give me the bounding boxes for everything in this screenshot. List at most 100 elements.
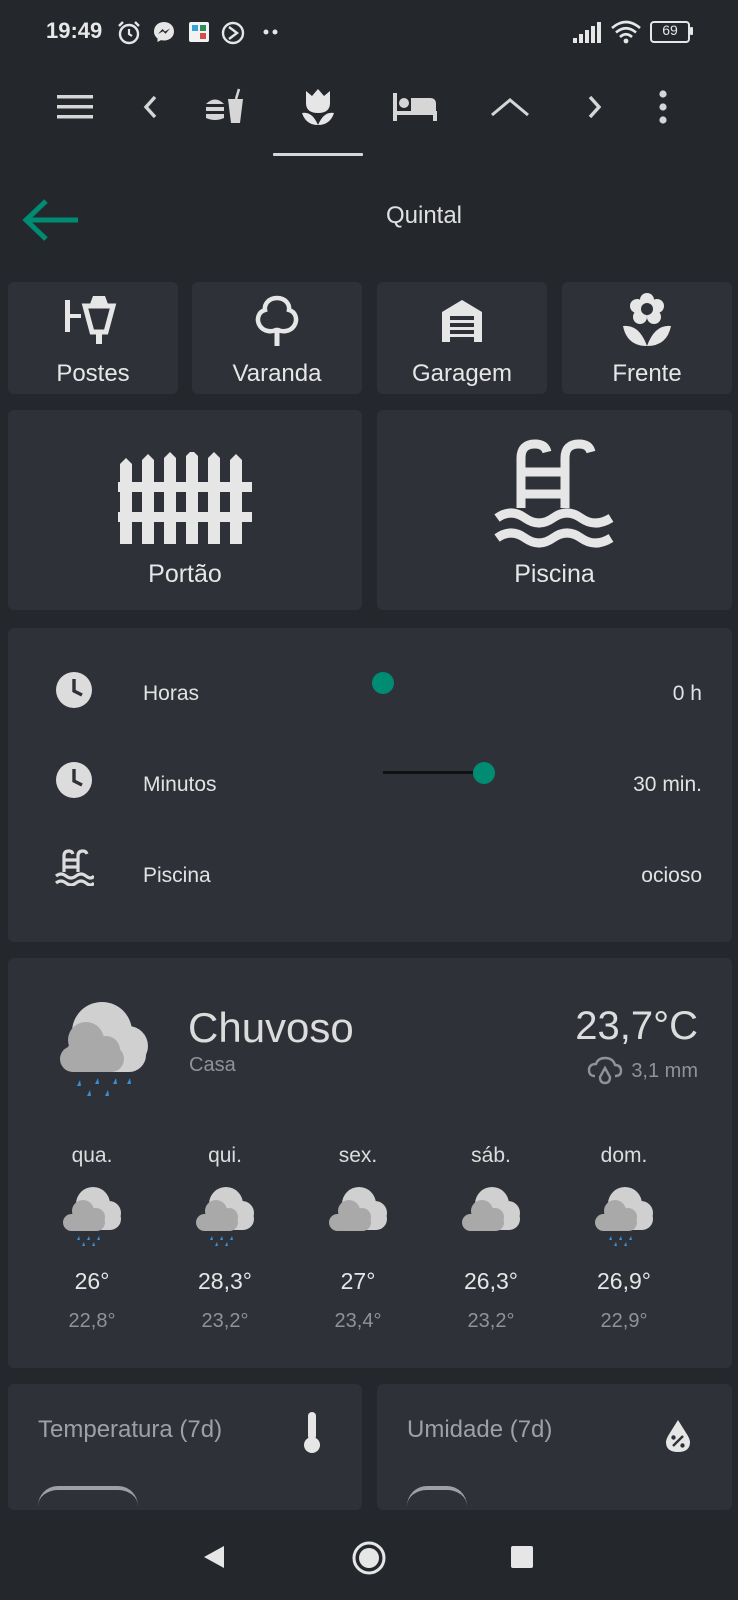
weather-condition: Chuvoso [188,1004,354,1051]
clock-icon [56,672,92,708]
forecast-low: 23,2° [467,1310,515,1332]
sensor-card-humidity[interactable]: Umidade (7d) [377,1384,732,1510]
slider-thumb[interactable] [372,672,394,694]
tab-kitchen[interactable] [195,80,255,134]
sensor-title: Umidade (7d) [407,1416,553,1443]
forecast-day: sex. [338,1144,378,1167]
status-bar: 19:49 69 [0,0,738,64]
sensor-value-partial [38,1486,138,1510]
tulip-icon [302,89,334,125]
more-dots-icon [263,29,278,35]
forecast-low: 22,9° [600,1310,648,1332]
chevron-left-icon [143,95,157,119]
battery-icon: 69 [650,21,693,43]
forecast-low: 22,8° [68,1310,116,1332]
slider-horas[interactable] [368,668,488,698]
tab-garden[interactable] [288,80,348,134]
alarm-icon [118,21,140,45]
signal-icon [573,22,601,43]
slider-minutos[interactable] [383,758,503,788]
forecast-high: 26,3° [464,1268,518,1294]
forecast-low: 23,4° [334,1310,382,1332]
scroll-left-button[interactable] [130,82,170,132]
rainy-cloud-icon [595,1187,653,1246]
tile-label: Varanda [232,360,322,387]
rainy-cloud-icon [60,1002,148,1096]
sensor-value-partial [407,1486,467,1510]
forecast-high: 26° [74,1268,110,1294]
menu-button[interactable] [50,82,100,132]
tab-bedroom[interactable] [385,80,445,134]
forecast-day: dom. [600,1144,648,1167]
weather-card[interactable]: Chuvoso Casa 23,7°C 3,1 mm qua. 26° 22,8° q… [8,958,732,1368]
tile-varanda[interactable]: Varanda [192,282,362,394]
forecast-day: qua. [71,1144,113,1167]
pool-icon [494,439,614,548]
thermometer-icon [304,1412,320,1453]
entity-value-horas: 0 h [672,682,702,705]
entity-label-horas: Horas [143,682,200,705]
page-title: Quintal [385,202,463,229]
cloudy-icon [329,1187,387,1231]
rain-gauge-icon [588,1056,623,1085]
pool-icon [55,849,94,886]
weather-precipitation: 3,1 mm [587,1056,698,1086]
tile-label: Garagem [411,360,513,387]
home-nav-icon[interactable] [351,1540,387,1576]
forecast-high: 28,3° [198,1268,252,1294]
forecast-low: 23,2° [201,1310,249,1332]
water-percent-icon [666,1420,690,1452]
battery-level: 69 [662,22,678,38]
entity-value-piscina: ocioso [641,864,702,887]
rainy-cloud-icon [63,1187,121,1246]
overflow-menu-button[interactable] [643,82,683,132]
tile-piscina[interactable]: Piscina [377,410,732,610]
more-vertical-icon [659,90,667,124]
forecast-high: 26,9° [597,1268,651,1294]
tile-label: Portão [148,560,222,588]
forecast-day: sáb. [471,1144,511,1167]
entity-label-piscina: Piscina [143,864,211,887]
tile-postes[interactable]: Postes [8,282,178,394]
gate-icon [118,452,252,544]
lamp-post-icon [65,296,117,344]
tile-portao[interactable]: Portão [8,410,362,610]
cloudy-icon [462,1187,520,1231]
sensor-card-temperature[interactable]: Temperatura (7d) [8,1384,362,1510]
rainy-cloud-icon [196,1187,254,1246]
tile-label: Postes [56,360,130,387]
entities-card: Horas 0 h Minutos 30 min. Piscina ocioso [8,628,732,942]
recents-nav-icon[interactable] [510,1545,534,1569]
tile-frente[interactable]: Frente [562,282,732,394]
slider-track [383,771,483,774]
system-nav-bar [0,1510,738,1600]
forecast-day: qui. [208,1144,242,1167]
tile-label: Frente [612,360,682,387]
roof-icon [491,98,529,117]
chevron-right-icon [588,95,602,119]
back-nav-icon[interactable] [202,1544,226,1570]
precipitation-value: 3,1 mm [631,1059,698,1082]
top-nav [0,64,738,168]
flower-icon [623,293,671,346]
scroll-right-button[interactable] [575,82,615,132]
wifi-icon [611,20,641,44]
entity-value-minutos: 30 min. [633,773,702,796]
active-tab-indicator [273,153,363,156]
kitchen-icon [206,88,243,123]
tile-label: Piscina [514,560,595,588]
garage-icon [442,300,482,342]
forecast-high: 27° [340,1268,376,1294]
sensor-title: Temperatura (7d) [38,1416,223,1443]
app-icon [189,22,209,42]
tree-icon [255,295,299,346]
status-time: 19:49 [46,18,103,43]
menu-icon [57,95,93,119]
tile-garagem[interactable]: Garagem [377,282,547,394]
app-icon-2 [221,21,245,45]
tab-roof[interactable] [480,80,540,134]
slider-thumb[interactable] [473,762,495,784]
weather-temperature: 23,7°C [575,1004,698,1048]
entity-label-minutos: Minutos [143,773,217,796]
messenger-icon [154,22,174,42]
